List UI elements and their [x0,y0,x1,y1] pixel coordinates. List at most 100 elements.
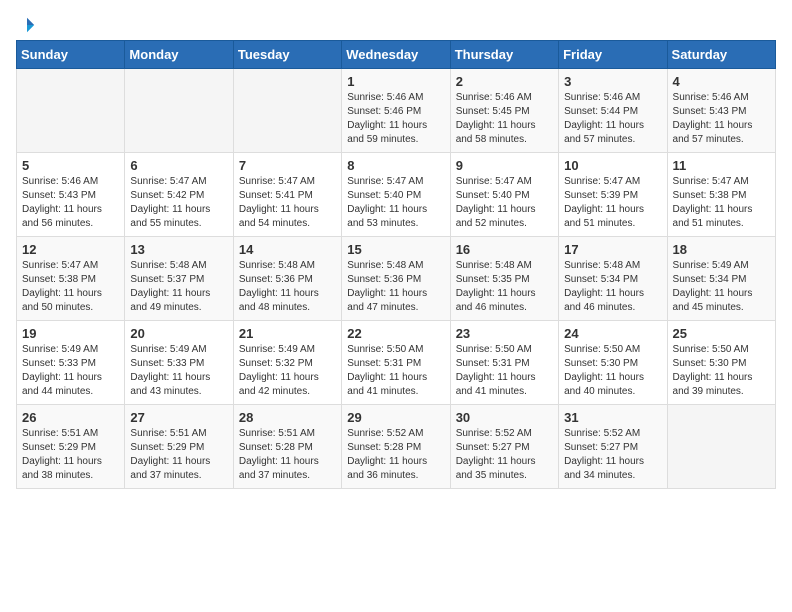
calendar-table: SundayMondayTuesdayWednesdayThursdayFrid… [16,40,776,489]
calendar-cell: 16Sunrise: 5:48 AM Sunset: 5:35 PM Dayli… [450,237,558,321]
logo [16,16,36,28]
day-number: 27 [130,410,227,425]
day-info: Sunrise: 5:48 AM Sunset: 5:34 PM Dayligh… [564,259,661,315]
day-info: Sunrise: 5:51 AM Sunset: 5:29 PM Dayligh… [130,427,227,483]
calendar-cell: 2 Sunrise: 5:46 AM Sunset: 5:45 PM Daylig… [450,69,558,153]
day-number: 2 [456,74,553,89]
weekday-friday: Friday [559,41,667,69]
day-info: Sunrise: 5:47 AM Sunset: 5:39 PM Dayligh… [564,175,661,231]
calendar-cell [667,405,775,489]
day-number: 12 [22,242,119,257]
day-number: 6 [130,158,227,173]
calendar-cell: 12 Sunrise: 5:47 AM Sunset: 5:38 PM Dayli… [17,237,125,321]
calendar-week-3: 12 Sunrise: 5:47 AM Sunset: 5:38 PM Dayli… [17,237,776,321]
day-info: Sunrise: 5:52 AM Sunset: 5:28 PM Dayligh… [347,427,444,483]
day-info: Sunrise: 5:52 AM Sunset: 5:27 PM Dayligh… [456,427,553,483]
day-number: 10 [564,158,661,173]
page-header [16,16,776,28]
day-number: 11 [673,158,770,173]
logo-icon [18,16,36,34]
day-number: 15 [347,242,444,257]
day-number: 17 [564,242,661,257]
day-info: Sunrise: 5:49 AM Sunset: 5:33 PM Dayligh… [22,343,119,399]
day-info: Sunrise: 5:51 AM Sunset: 5:29 PM Dayligh… [22,427,119,483]
day-info: Sunrise: 5:46 AM Sunset: 5:44 PM Dayligh… [564,91,661,147]
calendar-cell: 29 Sunrise: 5:52 AM Sunset: 5:28 PM Dayli… [342,405,450,489]
day-info: Sunrise: 5:50 AM Sunset: 5:30 PM Dayligh… [673,343,770,399]
day-info: Sunrise: 5:46 AM Sunset: 5:43 PM Dayligh… [673,91,770,147]
calendar-cell: 11 Sunrise: 5:47 AM Sunset: 5:38 PM Dayli… [667,153,775,237]
day-number: 5 [22,158,119,173]
calendar-cell: 13Sunrise: 5:48 AM Sunset: 5:37 PM Dayli… [125,237,233,321]
day-number: 19 [22,326,119,341]
calendar-cell: 18 Sunrise: 5:49 AM Sunset: 5:34 PM Dayli… [667,237,775,321]
calendar-header: SundayMondayTuesdayWednesdayThursdayFrid… [17,41,776,69]
weekday-sunday: Sunday [17,41,125,69]
day-number: 13 [130,242,227,257]
calendar-cell: 9 Sunrise: 5:47 AM Sunset: 5:40 PM Daylig… [450,153,558,237]
day-info: Sunrise: 5:48 AM Sunset: 5:36 PM Dayligh… [239,259,336,315]
weekday-saturday: Saturday [667,41,775,69]
calendar-cell: 6 Sunrise: 5:47 AM Sunset: 5:42 PM Daylig… [125,153,233,237]
day-number: 3 [564,74,661,89]
day-number: 9 [456,158,553,173]
calendar-cell: 19 Sunrise: 5:49 AM Sunset: 5:33 PM Dayli… [17,321,125,405]
calendar-cell: 14 Sunrise: 5:48 AM Sunset: 5:36 PM Dayli… [233,237,341,321]
weekday-tuesday: Tuesday [233,41,341,69]
day-number: 1 [347,74,444,89]
calendar-cell: 7 Sunrise: 5:47 AM Sunset: 5:41 PM Daylig… [233,153,341,237]
day-number: 18 [673,242,770,257]
day-number: 24 [564,326,661,341]
calendar-week-5: 26 Sunrise: 5:51 AM Sunset: 5:29 PM Dayli… [17,405,776,489]
calendar-cell: 17 Sunrise: 5:48 AM Sunset: 5:34 PM Dayli… [559,237,667,321]
day-info: Sunrise: 5:49 AM Sunset: 5:32 PM Dayligh… [239,343,336,399]
calendar-cell: 4 Sunrise: 5:46 AM Sunset: 5:43 PM Daylig… [667,69,775,153]
day-info: Sunrise: 5:46 AM Sunset: 5:46 PM Dayligh… [347,91,444,147]
day-number: 4 [673,74,770,89]
calendar-cell: 15Sunrise: 5:48 AM Sunset: 5:36 PM Dayli… [342,237,450,321]
day-number: 31 [564,410,661,425]
day-number: 28 [239,410,336,425]
day-number: 25 [673,326,770,341]
calendar-cell: 10 Sunrise: 5:47 AM Sunset: 5:39 PM Dayli… [559,153,667,237]
calendar-cell: 1 Sunrise: 5:46 AM Sunset: 5:46 PM Daylig… [342,69,450,153]
day-info: Sunrise: 5:46 AM Sunset: 5:45 PM Dayligh… [456,91,553,147]
day-number: 23 [456,326,553,341]
calendar-cell: 26 Sunrise: 5:51 AM Sunset: 5:29 PM Dayli… [17,405,125,489]
calendar-cell: 31 Sunrise: 5:52 AM Sunset: 5:27 PM Dayli… [559,405,667,489]
calendar-cell: 24Sunrise: 5:50 AM Sunset: 5:30 PM Dayli… [559,321,667,405]
day-info: Sunrise: 5:51 AM Sunset: 5:28 PM Dayligh… [239,427,336,483]
day-number: 20 [130,326,227,341]
day-info: Sunrise: 5:48 AM Sunset: 5:35 PM Dayligh… [456,259,553,315]
day-info: Sunrise: 5:46 AM Sunset: 5:43 PM Dayligh… [22,175,119,231]
day-number: 8 [347,158,444,173]
day-info: Sunrise: 5:49 AM Sunset: 5:34 PM Dayligh… [673,259,770,315]
calendar-cell: 28 Sunrise: 5:51 AM Sunset: 5:28 PM Dayli… [233,405,341,489]
day-info: Sunrise: 5:47 AM Sunset: 5:38 PM Dayligh… [22,259,119,315]
day-info: Sunrise: 5:47 AM Sunset: 5:41 PM Dayligh… [239,175,336,231]
calendar-cell [125,69,233,153]
calendar-cell: 30 Sunrise: 5:52 AM Sunset: 5:27 PM Dayli… [450,405,558,489]
day-info: Sunrise: 5:52 AM Sunset: 5:27 PM Dayligh… [564,427,661,483]
day-number: 22 [347,326,444,341]
weekday-thursday: Thursday [450,41,558,69]
weekday-header-row: SundayMondayTuesdayWednesdayThursdayFrid… [17,41,776,69]
day-info: Sunrise: 5:47 AM Sunset: 5:40 PM Dayligh… [456,175,553,231]
calendar-cell: 8 Sunrise: 5:47 AM Sunset: 5:40 PM Daylig… [342,153,450,237]
calendar-cell: 25 Sunrise: 5:50 AM Sunset: 5:30 PM Dayli… [667,321,775,405]
weekday-wednesday: Wednesday [342,41,450,69]
day-info: Sunrise: 5:47 AM Sunset: 5:38 PM Dayligh… [673,175,770,231]
day-number: 7 [239,158,336,173]
day-number: 29 [347,410,444,425]
day-number: 14 [239,242,336,257]
day-info: Sunrise: 5:47 AM Sunset: 5:40 PM Dayligh… [347,175,444,231]
calendar-cell: 27 Sunrise: 5:51 AM Sunset: 5:29 PM Dayli… [125,405,233,489]
day-number: 30 [456,410,553,425]
calendar-cell: 3 Sunrise: 5:46 AM Sunset: 5:44 PM Daylig… [559,69,667,153]
day-info: Sunrise: 5:50 AM Sunset: 5:31 PM Dayligh… [347,343,444,399]
calendar-body: 1 Sunrise: 5:46 AM Sunset: 5:46 PM Daylig… [17,69,776,489]
calendar-cell [17,69,125,153]
day-number: 26 [22,410,119,425]
day-number: 21 [239,326,336,341]
day-info: Sunrise: 5:47 AM Sunset: 5:42 PM Dayligh… [130,175,227,231]
